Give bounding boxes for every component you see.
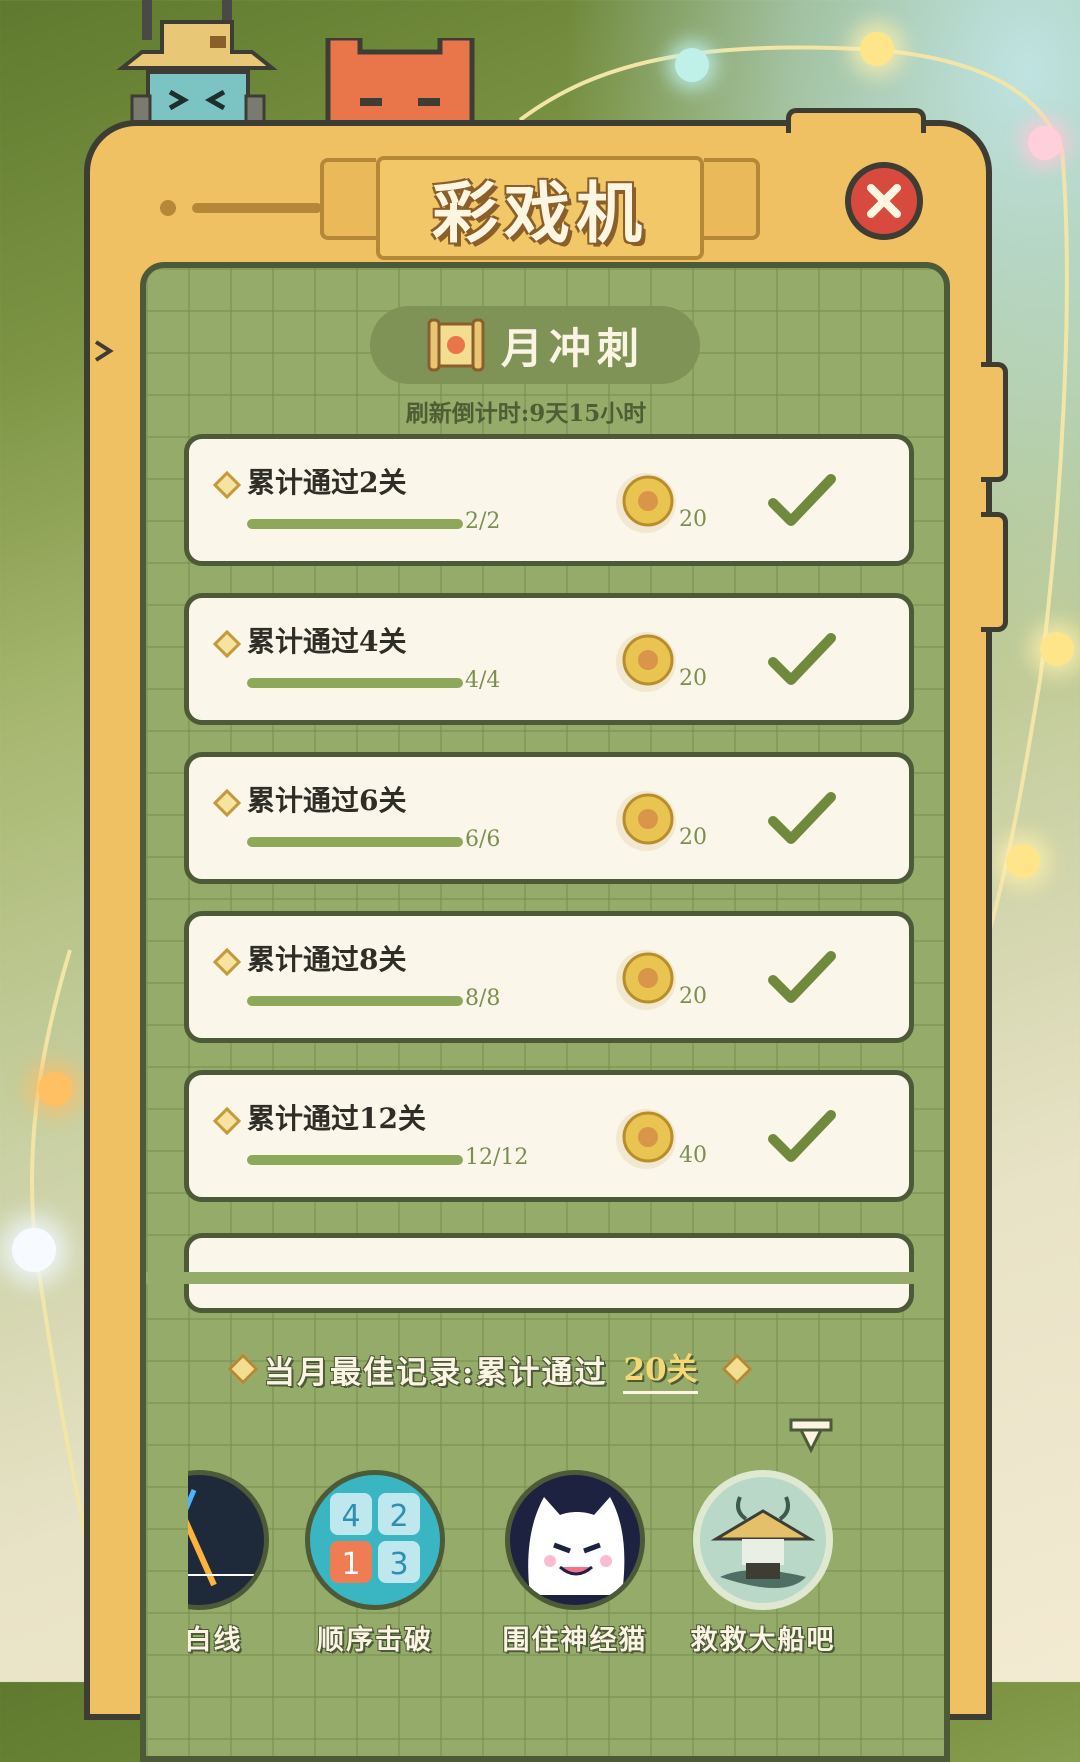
- light-bulb: [1040, 632, 1074, 666]
- coin-icon: [616, 791, 676, 851]
- progress-bar: [247, 837, 463, 847]
- task-label: 累计通过6关: [247, 784, 407, 817]
- task-card: 累计通过4关 4/4 20: [184, 593, 914, 725]
- coin-icon: [616, 632, 676, 692]
- task-label: 累计通过2关: [247, 466, 407, 499]
- svg-text:1: 1: [341, 1547, 360, 1582]
- task-card: 累计通过6关 6/6 20: [184, 752, 914, 884]
- frame-side-bump: [981, 512, 1008, 632]
- svg-text:3: 3: [389, 1547, 408, 1582]
- frame-top-bump: [786, 108, 926, 133]
- progress-bar: [247, 996, 463, 1006]
- diamond-icon: [227, 1353, 259, 1385]
- frame-notch-icon: [94, 340, 114, 362]
- section-title: 月冲刺: [500, 323, 645, 373]
- coin-icon: [616, 1109, 676, 1169]
- section-header: 月冲刺: [370, 306, 700, 384]
- reward-amount: 40: [679, 1143, 707, 1168]
- reward-amount: 20: [679, 825, 707, 850]
- scroll-map-icon: [427, 318, 485, 372]
- diamond-icon: [212, 470, 242, 500]
- light-bulb: [675, 48, 709, 82]
- title-plate: 彩戏机: [320, 156, 760, 260]
- light-bulb: [1028, 126, 1062, 160]
- check-icon: [768, 951, 836, 1003]
- progress-text: 6/6: [465, 827, 501, 852]
- frame-side-bump: [981, 362, 1008, 482]
- diamond-icon: [212, 629, 242, 659]
- arcade-machine-frame: 彩戏机 月冲刺 刷新倒计时:9天15小时 累计通过2关 2/2 20 累计通过4…: [84, 108, 1008, 1762]
- game-label: 救救大船吧: [690, 1625, 836, 1656]
- light-bulb: [12, 1228, 56, 1272]
- progress-bar: [247, 519, 463, 529]
- progress-bar: [247, 678, 463, 688]
- light-bulb: [860, 32, 894, 66]
- task-card: 累计通过12关 12/12 40: [184, 1070, 914, 1202]
- speaker-slot: [192, 203, 322, 213]
- task-label: 累计通过4关: [247, 625, 407, 658]
- reward-amount: 20: [679, 666, 707, 691]
- cat-face-icon: [505, 1470, 645, 1610]
- check-icon: [768, 1110, 836, 1162]
- check-icon: [768, 474, 836, 526]
- task-label: 累计通过8关: [247, 943, 407, 976]
- svg-text:2: 2: [389, 1499, 408, 1534]
- speaker-dot: [160, 200, 176, 216]
- reward-amount: 20: [679, 507, 707, 532]
- task-screen: 月冲刺 刷新倒计时:9天15小时 累计通过2关 2/2 20 累计通过4关 4/…: [140, 262, 950, 1762]
- check-icon: [768, 792, 836, 844]
- game-item[interactable]: 碰白线: [188, 1470, 274, 1657]
- progress-text: 12/12: [465, 1145, 529, 1170]
- game-label: 顺序击破: [317, 1625, 433, 1656]
- svg-text:4: 4: [341, 1499, 360, 1534]
- page-title: 彩戏机: [432, 174, 648, 252]
- game-item[interactable]: 救救大船吧: [688, 1470, 838, 1657]
- progress-bar: [247, 1155, 463, 1165]
- best-record-value: 20关: [623, 1344, 698, 1394]
- number-tiles-icon: 4 2 1 3: [305, 1470, 445, 1610]
- diamond-icon: [212, 947, 242, 977]
- task-label: 累计通过12关: [247, 1102, 426, 1135]
- game-label: 围住神经猫: [502, 1625, 648, 1656]
- progress-text: 2/2: [465, 509, 501, 534]
- game-label: 碰白线: [188, 1625, 243, 1656]
- progress-text: 4/4: [465, 668, 501, 693]
- light-bulb: [38, 1072, 72, 1106]
- game-selector[interactable]: 碰白线 4 2 1 3 顺序击破: [188, 1414, 908, 1714]
- reward-amount: 20: [679, 984, 707, 1009]
- game-item[interactable]: 4 2 1 3 顺序击破: [300, 1470, 450, 1657]
- diamond-icon: [721, 1353, 753, 1385]
- list-clip: [146, 1272, 944, 1284]
- light-bulb: [1006, 844, 1040, 878]
- selection-pointer-icon: [789, 1418, 833, 1454]
- best-record: 当月最佳记录:累计通过 20关: [227, 1344, 753, 1394]
- close-icon: [867, 184, 901, 218]
- game-item[interactable]: 围住神经猫: [500, 1470, 650, 1657]
- lines-game-icon: [188, 1470, 269, 1610]
- task-card: 累计通过2关 2/2 20: [184, 434, 914, 566]
- check-icon: [768, 633, 836, 685]
- close-button[interactable]: [845, 162, 923, 240]
- refresh-countdown: 刷新倒计时:9天15小时: [405, 400, 647, 427]
- diamond-icon: [212, 1106, 242, 1136]
- coin-icon: [616, 473, 676, 533]
- progress-text: 8/8: [465, 986, 501, 1011]
- coin-icon: [616, 950, 676, 1010]
- best-record-label: 当月最佳记录:累计通过: [264, 1354, 608, 1391]
- boat-character-icon: [693, 1470, 833, 1610]
- diamond-icon: [212, 788, 242, 818]
- task-card: 累计通过8关 8/8 20: [184, 911, 914, 1043]
